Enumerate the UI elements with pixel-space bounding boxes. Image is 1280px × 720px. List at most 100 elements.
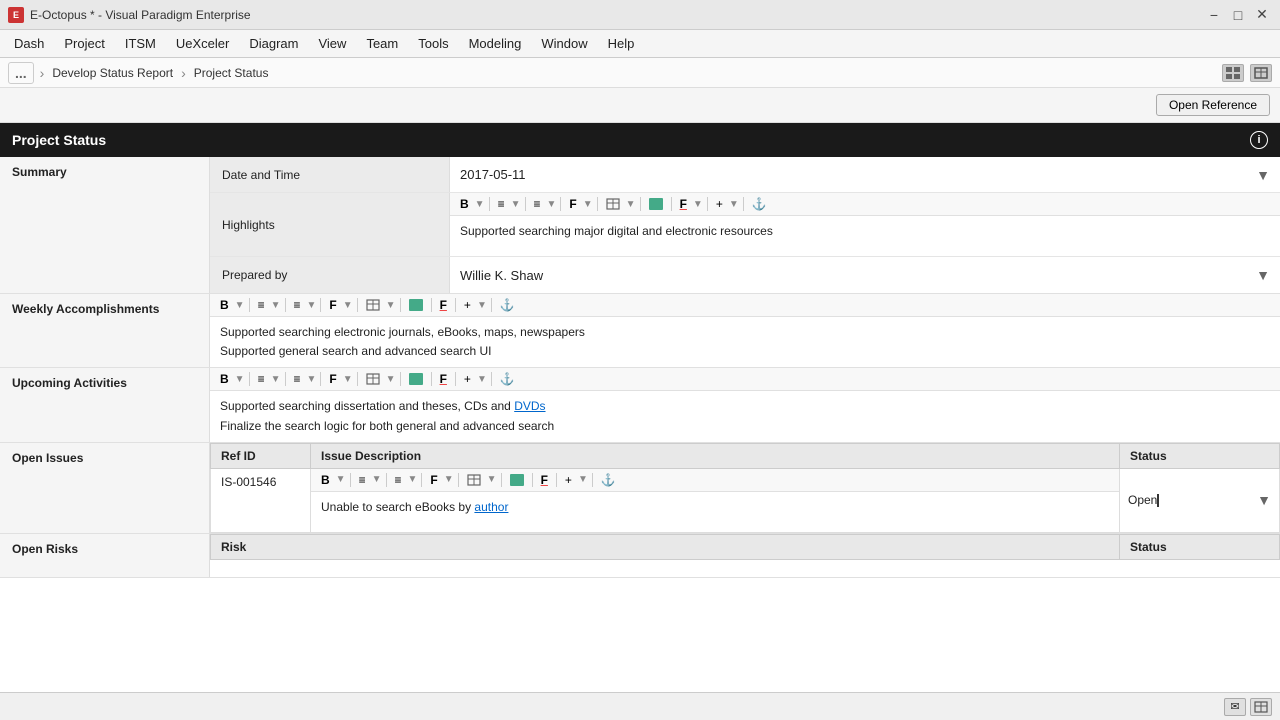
author-link[interactable]: author — [474, 500, 508, 514]
menu-dash[interactable]: Dash — [4, 32, 54, 55]
table-arrow[interactable]: ▼ — [626, 199, 636, 210]
wa-image-button[interactable] — [405, 298, 427, 312]
ua-plus-button[interactable]: + — [460, 371, 475, 387]
menu-modeling[interactable]: Modeling — [459, 32, 532, 55]
align-button[interactable]: ≡ — [494, 196, 509, 212]
ua-image-button[interactable] — [405, 372, 427, 386]
issue-table-button[interactable] — [463, 473, 485, 487]
upcoming-activities-text[interactable]: Supported searching dissertation and the… — [210, 391, 1280, 441]
menu-team[interactable]: Team — [356, 32, 408, 55]
breadcrumb-icon-2[interactable] — [1250, 64, 1272, 82]
font-color-button[interactable]: F — [676, 196, 691, 212]
ua-align-button[interactable]: ≡ — [254, 371, 269, 387]
menu-project[interactable]: Project — [54, 32, 114, 55]
issue-align-arrow[interactable]: ▼ — [372, 474, 382, 485]
highlights-text[interactable]: Supported searching major digital and el… — [450, 216, 1280, 256]
open-reference-button[interactable]: Open Reference — [1156, 94, 1270, 116]
menu-itsm[interactable]: ITSM — [115, 32, 166, 55]
highlights-row: Highlights B ▼ ≡ ▼ ≡ ▼ F ▼ — [210, 193, 1280, 257]
issue-font-button[interactable]: F — [426, 472, 441, 488]
issue-bold-arrow[interactable]: ▼ — [336, 474, 346, 485]
ua-bold-arrow[interactable]: ▼ — [235, 374, 245, 385]
table-icon — [1254, 67, 1268, 79]
issue-bold-button[interactable]: B — [317, 472, 334, 488]
issue-font-arrow[interactable]: ▼ — [444, 474, 454, 485]
export-table-icon[interactable] — [1250, 698, 1272, 716]
ua-bold-button[interactable]: B — [216, 371, 233, 387]
date-time-label: Date and Time — [210, 157, 450, 192]
wa-bold-arrow[interactable]: ▼ — [235, 300, 245, 311]
ua-align-arrow[interactable]: ▼ — [271, 374, 281, 385]
wa-font-button[interactable]: F — [325, 297, 340, 313]
wa-image-icon — [409, 299, 423, 311]
table-button[interactable] — [602, 197, 624, 211]
maximize-button[interactable]: □ — [1228, 5, 1248, 25]
issue-image-button[interactable] — [506, 473, 528, 487]
issue-anchor-button[interactable]: ⚓ — [597, 472, 620, 488]
issue-plus-arrow[interactable]: ▼ — [578, 474, 588, 485]
ua-table-button[interactable] — [362, 372, 384, 386]
breadcrumb-item-2[interactable]: Project Status — [188, 64, 275, 82]
insert-plus-button[interactable]: + — [712, 196, 727, 212]
wa-list-arrow[interactable]: ▼ — [307, 300, 317, 311]
image-button[interactable] — [645, 197, 667, 211]
ua-table-arrow[interactable]: ▼ — [386, 374, 396, 385]
close-button[interactable]: ✕ — [1252, 5, 1272, 25]
list-arrow[interactable]: ▼ — [547, 199, 557, 210]
wa-font-arrow[interactable]: ▼ — [343, 300, 353, 311]
ua-anchor-button[interactable]: ⚓ — [496, 371, 519, 387]
issue-table-arrow[interactable]: ▼ — [487, 474, 497, 485]
wa-table-arrow[interactable]: ▼ — [386, 300, 396, 311]
menu-view[interactable]: View — [308, 32, 356, 55]
wa-anchor-button[interactable]: ⚓ — [496, 297, 519, 313]
wa-plus-arrow[interactable]: ▼ — [477, 300, 487, 311]
email-icon[interactable]: ✉ — [1224, 698, 1246, 716]
minimize-button[interactable]: − — [1204, 5, 1224, 25]
breadcrumb-item-1[interactable]: Develop Status Report — [46, 64, 179, 82]
ua-font-arrow[interactable]: ▼ — [343, 374, 353, 385]
wa-plus-button[interactable]: + — [460, 297, 475, 313]
wa-list-button[interactable]: ≡ — [290, 297, 305, 313]
bold-button[interactable]: B — [456, 196, 473, 212]
weekly-accomplishments-text[interactable]: Supported searching electronic journals,… — [210, 317, 1280, 367]
menu-diagram[interactable]: Diagram — [239, 32, 308, 55]
dvds-link[interactable]: DVDs — [514, 399, 545, 413]
issue-align-button[interactable]: ≡ — [355, 472, 370, 488]
issue-list-arrow[interactable]: ▼ — [408, 474, 418, 485]
wa-table-button[interactable] — [362, 298, 384, 312]
font-arrow[interactable]: ▼ — [583, 199, 593, 210]
prepared-by-value[interactable]: Willie K. Shaw ▼ — [450, 257, 1280, 293]
section-info-icon[interactable]: i — [1250, 131, 1268, 149]
cursor — [1157, 494, 1159, 507]
list-button[interactable]: ≡ — [530, 196, 545, 212]
date-time-value[interactable]: 2017-05-11 ▼ — [450, 157, 1280, 192]
ua-list-arrow[interactable]: ▼ — [307, 374, 317, 385]
wa-align-button[interactable]: ≡ — [254, 297, 269, 313]
font-button[interactable]: F — [565, 196, 580, 212]
font-color-arrow[interactable]: ▼ — [693, 199, 703, 210]
bold-arrow[interactable]: ▼ — [475, 199, 485, 210]
menu-help[interactable]: Help — [598, 32, 645, 55]
issue-desc-text[interactable]: Unable to search eBooks by author — [311, 492, 1119, 532]
plus-arrow[interactable]: ▼ — [729, 199, 739, 210]
issue-status-text[interactable]: Open — [1128, 493, 1159, 507]
ua-list-button[interactable]: ≡ — [290, 371, 305, 387]
menu-tools[interactable]: Tools — [408, 32, 458, 55]
breadcrumb-icon-1[interactable] — [1222, 64, 1244, 82]
ua-font-button[interactable]: F — [325, 371, 340, 387]
ua-font-color-button[interactable]: F — [436, 371, 451, 387]
wa-align-arrow[interactable]: ▼ — [271, 300, 281, 311]
wa-font-color-button[interactable]: F — [436, 297, 451, 313]
issue-status-arrow[interactable]: ▼ — [1257, 492, 1271, 508]
issue-plus-button[interactable]: + — [561, 472, 576, 488]
wa-bold-button[interactable]: B — [216, 297, 233, 313]
anchor-button[interactable]: ⚓ — [748, 196, 771, 212]
sep2 — [525, 197, 526, 211]
menu-uexceler[interactable]: UeXceler — [166, 32, 239, 55]
align-arrow[interactable]: ▼ — [511, 199, 521, 210]
menu-window[interactable]: Window — [531, 32, 597, 55]
breadcrumb-more[interactable]: ... — [8, 62, 34, 84]
ua-plus-arrow[interactable]: ▼ — [477, 374, 487, 385]
issue-font-color-button[interactable]: F — [537, 472, 552, 488]
issue-list-button[interactable]: ≡ — [391, 472, 406, 488]
